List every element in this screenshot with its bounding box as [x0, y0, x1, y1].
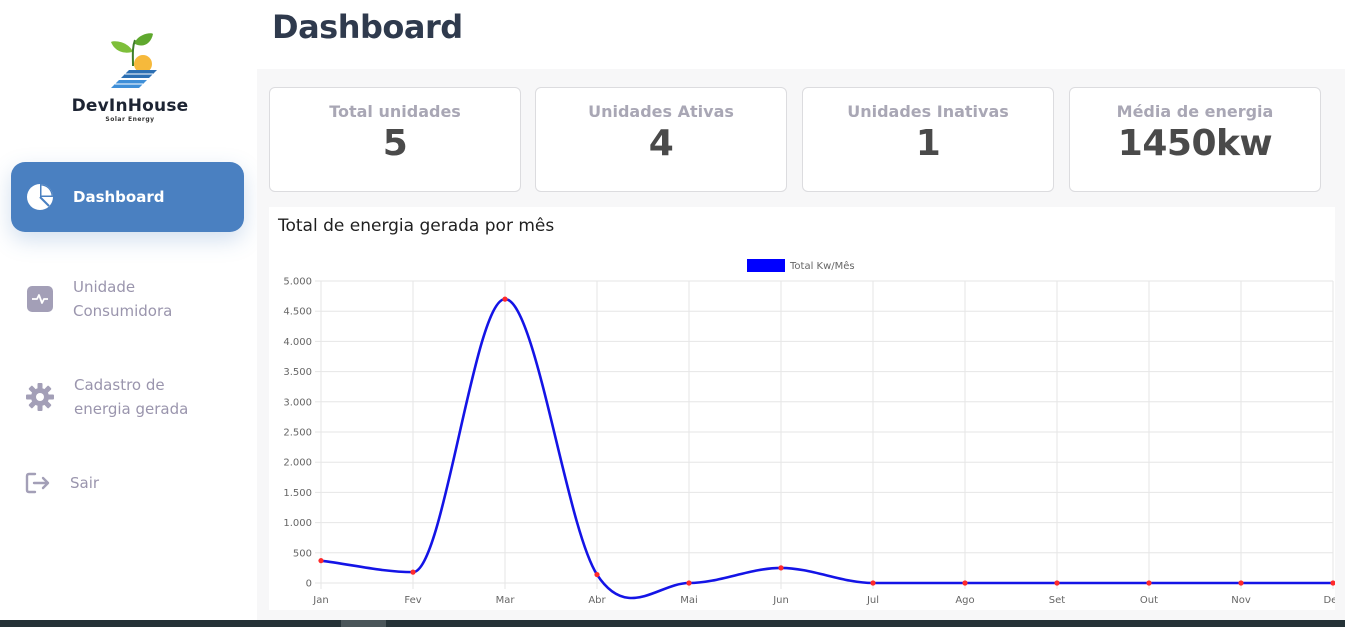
horizontal-scrollbar[interactable] — [0, 620, 1345, 627]
nav-label-line1: Cadastro de — [74, 376, 165, 394]
brand-subtitle: Solar Energy — [105, 116, 155, 123]
stat-card-label: Unidades Ativas — [588, 102, 734, 121]
nav-item-unidade-consumidora[interactable]: Unidade Consumidora — [11, 272, 244, 326]
data-point[interactable] — [318, 558, 324, 564]
data-point[interactable] — [410, 569, 416, 575]
y-tick-label: 4.500 — [283, 307, 312, 318]
y-tick-label: 3.500 — [283, 367, 312, 378]
stat-card-label: Total unidades — [329, 102, 461, 121]
data-point[interactable] — [1054, 580, 1060, 586]
nav-label-line2: energia gerada — [74, 400, 189, 418]
x-tick-label: Ago — [955, 595, 974, 606]
data-point[interactable] — [1330, 580, 1335, 586]
nav-label-dashboard: Dashboard — [73, 188, 165, 206]
pie-chart-icon — [27, 184, 53, 210]
y-tick-label: 1.000 — [283, 518, 312, 529]
x-tick-label: Jan — [312, 595, 328, 606]
data-point[interactable] — [686, 580, 692, 586]
sidebar: DevInHouse Solar Energy Dashboard Unidad… — [0, 0, 257, 620]
x-tick-label: Nov — [1231, 595, 1251, 606]
nav-item-sair[interactable]: Sair — [11, 468, 244, 498]
logout-icon — [25, 472, 50, 494]
scrollbar-thumb[interactable] — [341, 620, 386, 627]
page-title: Dashboard — [272, 8, 463, 46]
x-tick-label: Jun — [772, 595, 789, 606]
nav-label-line2: Consumidora — [73, 302, 173, 320]
y-tick-label: 3.000 — [283, 397, 312, 408]
legend-swatch — [747, 259, 785, 272]
data-point[interactable] — [778, 565, 784, 571]
stat-card-unidades-ativas: Unidades Ativas 4 — [535, 87, 787, 192]
data-point[interactable] — [1146, 580, 1152, 586]
stat-card-value: 1450kw — [1117, 123, 1273, 164]
y-tick-label: 500 — [293, 548, 312, 559]
stat-card-media-energia: Média de energia 1450kw — [1069, 87, 1321, 192]
stat-card-total-unidades: Total unidades 5 — [269, 87, 521, 192]
series-points — [318, 296, 1335, 586]
x-tick-label: Dez — [1323, 595, 1335, 606]
solar-plant-logo-icon — [111, 33, 157, 88]
gear-icon — [26, 383, 54, 411]
nav-label-line1: Unidade — [73, 278, 136, 296]
chart-grid — [315, 280, 1334, 589]
nav-label-sair: Sair — [70, 474, 100, 492]
x-tick-label: Fev — [404, 595, 421, 606]
x-tick-label: Mai — [680, 595, 698, 606]
data-point[interactable] — [962, 580, 968, 586]
stat-card-value: 5 — [382, 123, 408, 164]
legend-label: Total Kw/Mês — [789, 260, 855, 272]
x-tick-label: Out — [1140, 595, 1158, 606]
x-tick-label: Set — [1049, 595, 1066, 606]
data-point[interactable] — [870, 580, 876, 586]
energy-chart-panel: Total de energia gerada por mês Total Kw… — [269, 207, 1335, 610]
app-window: DevInHouse Solar Energy Dashboard Unidad… — [0, 0, 1345, 627]
stat-card-unidades-inativas: Unidades Inativas 1 — [802, 87, 1054, 192]
energy-line-chart[interactable]: Total Kw/Mês 0 500 1.000 1.500 2.000 2.500 3.0… — [269, 207, 1335, 610]
nav-label-unidade-consumidora: Unidade Consumidora — [73, 275, 172, 323]
stat-card-label: Média de energia — [1116, 102, 1274, 121]
x-tick-label: Mar — [496, 595, 516, 606]
x-tick-label: Abr — [588, 595, 606, 606]
nav-label-cadastro-energia: Cadastro de energia gerada — [74, 373, 188, 421]
y-tick-label: 2.500 — [283, 428, 312, 439]
y-tick-label: 4.000 — [283, 337, 312, 348]
nav-item-dashboard[interactable]: Dashboard — [11, 162, 244, 232]
nav-item-cadastro-energia[interactable]: Cadastro de energia gerada — [11, 370, 244, 424]
brand-name: DevInHouse — [71, 96, 189, 116]
stat-card-value: 1 — [915, 123, 941, 164]
y-tick-label: 2.000 — [283, 458, 312, 469]
y-tick-label: 0 — [306, 579, 312, 590]
data-point[interactable] — [1238, 580, 1244, 586]
pulse-icon — [27, 286, 53, 312]
chart-axes: 0 500 1.000 1.500 2.000 2.500 3.000 3.500 4.000 4… — [283, 277, 1335, 607]
stat-card-label: Unidades Inativas — [847, 102, 1009, 121]
main-content: Total unidades 5 Unidades Ativas 4 Unida… — [257, 69, 1345, 620]
y-tick-label: 5.000 — [283, 277, 312, 288]
data-point[interactable] — [502, 296, 508, 302]
brand-logo[interactable]: DevInHouse Solar Energy — [60, 30, 200, 130]
data-point[interactable] — [594, 571, 600, 578]
stat-card-value: 4 — [648, 123, 674, 164]
x-tick-label: Jul — [866, 595, 879, 606]
y-tick-label: 1.500 — [283, 488, 312, 499]
chart-legend[interactable]: Total Kw/Mês — [747, 259, 855, 272]
